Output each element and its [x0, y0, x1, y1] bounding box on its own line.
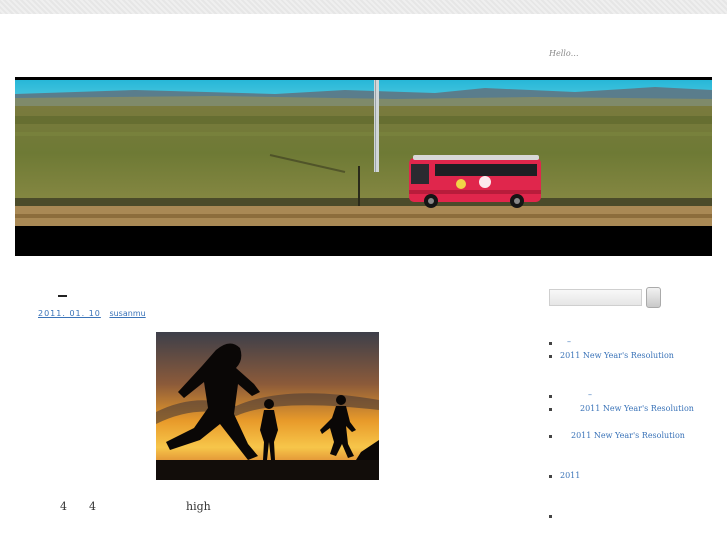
top-bar	[0, 0, 727, 14]
site-tagline: Hello…	[549, 49, 579, 58]
bullet-icon	[549, 355, 552, 358]
recent-post-link-1[interactable]: –	[567, 337, 571, 346]
post-excerpt-number-1: 4	[60, 500, 67, 513]
bullet-icon	[549, 515, 552, 518]
bullet-icon	[549, 435, 552, 438]
post-title[interactable]: –	[58, 295, 67, 297]
post-image	[156, 332, 379, 480]
search-input[interactable]	[549, 289, 642, 306]
recent-comment-link-3[interactable]: 2011 New Year's Resolution	[571, 431, 685, 440]
bullet-icon	[549, 408, 552, 411]
post-date-link[interactable]: 2011. 01. 10	[38, 309, 101, 318]
recent-post-link-1-text: –	[567, 337, 571, 346]
archive-link-2011[interactable]: 2011	[560, 471, 580, 480]
bullet-icon	[549, 342, 552, 345]
header-image	[15, 80, 712, 256]
post-author-link[interactable]: susanmu	[109, 309, 145, 318]
recent-comment-link-1[interactable]: –	[588, 390, 592, 399]
search-button[interactable]	[646, 287, 661, 308]
bullet-icon	[549, 475, 552, 478]
bullet-icon	[549, 395, 552, 398]
recent-post-link-2[interactable]: 2011 New Year's Resolution	[560, 351, 674, 360]
recent-comment-link-2[interactable]: 2011 New Year's Resolution	[580, 404, 694, 413]
post-excerpt-number-2: 4	[89, 500, 96, 513]
recent-comment-link-1-text: –	[588, 390, 592, 399]
post-meta: 2011. 01. 10 susanmu	[38, 309, 146, 318]
post-excerpt-word: high	[186, 500, 211, 513]
